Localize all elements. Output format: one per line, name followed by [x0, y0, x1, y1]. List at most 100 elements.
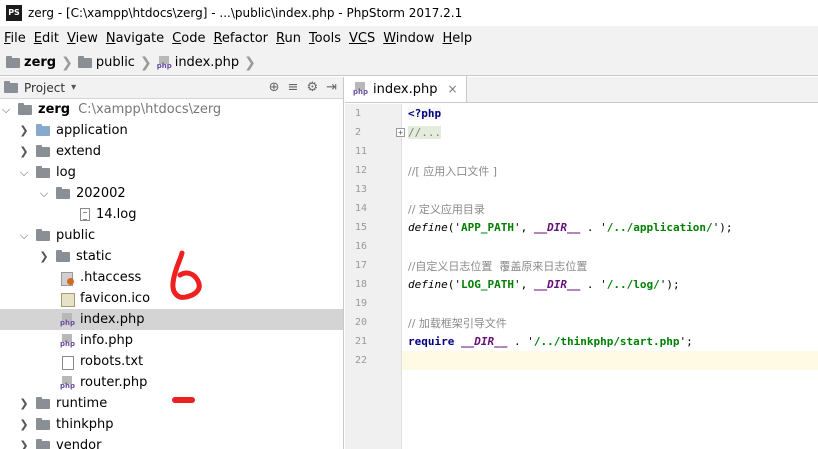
chevron-right-icon[interactable]: ❯	[38, 250, 50, 263]
line-number: 13	[355, 184, 368, 195]
code-punct: ');	[659, 278, 680, 291]
folder-icon	[36, 396, 50, 409]
code-keyword: require	[408, 335, 455, 348]
folder-icon	[36, 438, 50, 449]
close-icon[interactable]: ×	[447, 82, 457, 96]
editor-tab-bar: php index.php ×	[345, 76, 818, 103]
tree-row-thinkphp[interactable]: ❯ thinkphp	[0, 414, 343, 435]
text-file-icon	[60, 355, 74, 370]
folder-icon	[18, 102, 32, 115]
line-number: 21	[355, 336, 368, 347]
menu-edit[interactable]: Edit	[30, 31, 63, 46]
tree-row-vendor[interactable]: ❯ vendor	[0, 435, 343, 449]
code-line-22-current	[402, 351, 818, 370]
folder-icon	[6, 55, 20, 68]
code-line-15: define (' APP_PATH ', __DIR__ . '/../applic…	[402, 218, 818, 237]
htaccess-file-icon	[60, 271, 74, 286]
menu-run[interactable]: Run	[272, 31, 305, 46]
line-number: 19	[355, 298, 368, 309]
line-number: 12	[355, 165, 368, 176]
tree-label: zerg	[38, 102, 71, 117]
collapse-all-icon[interactable]: ≡	[288, 80, 299, 95]
tree-label: 202002	[76, 186, 126, 201]
php-file-icon: php	[353, 82, 368, 96]
breadcrumb-public[interactable]: public	[77, 55, 135, 70]
tree-label: favicon.ico	[80, 291, 151, 306]
line-number: 14	[355, 203, 368, 214]
menu-code[interactable]: Code	[168, 31, 209, 46]
tree-label: router.php	[80, 375, 148, 390]
tree-row-application[interactable]: ❯ application	[0, 120, 343, 141]
breadcrumb-separator-icon: ❯	[244, 54, 256, 71]
folder-icon	[56, 249, 70, 262]
hide-panel-icon[interactable]: ⇥	[326, 80, 337, 95]
menu-view[interactable]: View	[63, 31, 102, 46]
scroll-from-source-icon[interactable]: ⊕	[269, 80, 280, 95]
folder-icon	[36, 123, 50, 136]
code-string: /../thinkphp/start.php	[533, 335, 680, 348]
red-underline-mark	[172, 397, 195, 403]
menu-refactor[interactable]: Refactor	[209, 31, 272, 46]
tab-label: index.php	[373, 81, 438, 97]
tree-row-extend[interactable]: ❯ extend	[0, 141, 343, 162]
breadcrumb-index-php[interactable]: php index.php	[157, 55, 239, 70]
code-constant: __DIR__	[460, 335, 508, 348]
folded-comment[interactable]: //...	[408, 126, 442, 139]
code-text[interactable]: <?php //... //[ 应用入口文件 ] // 定义应用目录 defin…	[402, 104, 818, 449]
code-comment: // 加载框架引导文件	[408, 316, 507, 330]
chevron-right-icon[interactable]: ❯	[18, 397, 30, 410]
chevron-down-icon[interactable]: ▾	[71, 82, 76, 93]
line-number: 15	[355, 222, 368, 233]
code-punct: ',	[513, 221, 534, 234]
chevron-down-icon[interactable]: ⌵	[0, 103, 12, 117]
tree-label: index.php	[80, 312, 145, 327]
chevron-right-icon[interactable]: ❯	[18, 124, 30, 137]
code-line-12: //[ 应用入口文件 ]	[402, 161, 818, 180]
tree-row-202002[interactable]: ⌵ 202002	[0, 183, 343, 204]
chevron-right-icon[interactable]: ❯	[18, 439, 30, 449]
settings-gear-icon[interactable]: ⚙	[306, 80, 318, 95]
window-title: zerg - [C:\xampp\htdocs\zerg] - ...\publ…	[28, 6, 463, 20]
menu-navigate[interactable]: Navigate	[102, 31, 168, 46]
tree-row-14-log[interactable]: 14.log	[0, 204, 343, 225]
menu-vcs[interactable]: VCS	[345, 31, 379, 46]
code-constant: __DIR__	[533, 278, 581, 291]
tree-row-index-php[interactable]: php index.php	[0, 309, 343, 330]
tree-row-public[interactable]: ⌵ public	[0, 225, 343, 246]
menu-help[interactable]: Help	[439, 31, 477, 46]
tree-row-log[interactable]: ⌵ log	[0, 162, 343, 183]
tree-row-info-php[interactable]: php info.php	[0, 330, 343, 351]
menu-window[interactable]: Window	[379, 31, 438, 46]
tree-row-router-php[interactable]: php router.php	[0, 372, 343, 393]
code-punct: ');	[712, 221, 733, 234]
project-view-selector[interactable]: Project	[24, 81, 65, 95]
menu-file[interactable]: File	[0, 31, 30, 46]
php-open-tag: <?php	[408, 107, 442, 120]
line-number-gutter: 1 2 + 11 12 13 14 15 16 17 18 19 20 21 2…	[345, 104, 405, 449]
code-punct: ('	[447, 221, 461, 234]
chevron-down-icon[interactable]: ⌵	[18, 166, 30, 180]
tree-label: vendor	[56, 438, 102, 449]
tree-label: runtime	[56, 396, 108, 411]
code-string: /../log/	[606, 278, 660, 291]
title-bar: PS zerg - [C:\xampp\htdocs\zerg] - ...\p…	[0, 0, 818, 26]
code-line-2: //...	[402, 123, 818, 142]
chevron-down-icon[interactable]: ⌵	[18, 229, 30, 243]
line-number: 17	[355, 260, 368, 271]
folder-icon	[36, 165, 50, 178]
breadcrumb-zerg[interactable]: zerg	[6, 55, 56, 70]
project-panel-header: Project ▾ ⊕ ≡ ⚙ ⇥	[0, 77, 343, 99]
tree-label: static	[76, 249, 112, 264]
breadcrumb-label: zerg	[24, 55, 57, 70]
tree-row-robots-txt[interactable]: robots.txt	[0, 351, 343, 372]
chevron-right-icon[interactable]: ❯	[18, 418, 30, 431]
tree-row-zerg[interactable]: ⌵ zerg C:\xampp\htdocs\zerg	[0, 99, 343, 120]
tab-index-php[interactable]: php index.php ×	[345, 76, 467, 102]
chevron-right-icon[interactable]: ❯	[18, 145, 30, 158]
chevron-down-icon[interactable]: ⌵	[38, 187, 50, 201]
menu-tools[interactable]: Tools	[305, 31, 345, 46]
line-number: 1	[355, 108, 362, 119]
code-comment: // 定义应用目录	[408, 202, 485, 216]
code-area[interactable]: 1 2 + 11 12 13 14 15 16 17 18 19 20 21 2…	[345, 104, 818, 449]
